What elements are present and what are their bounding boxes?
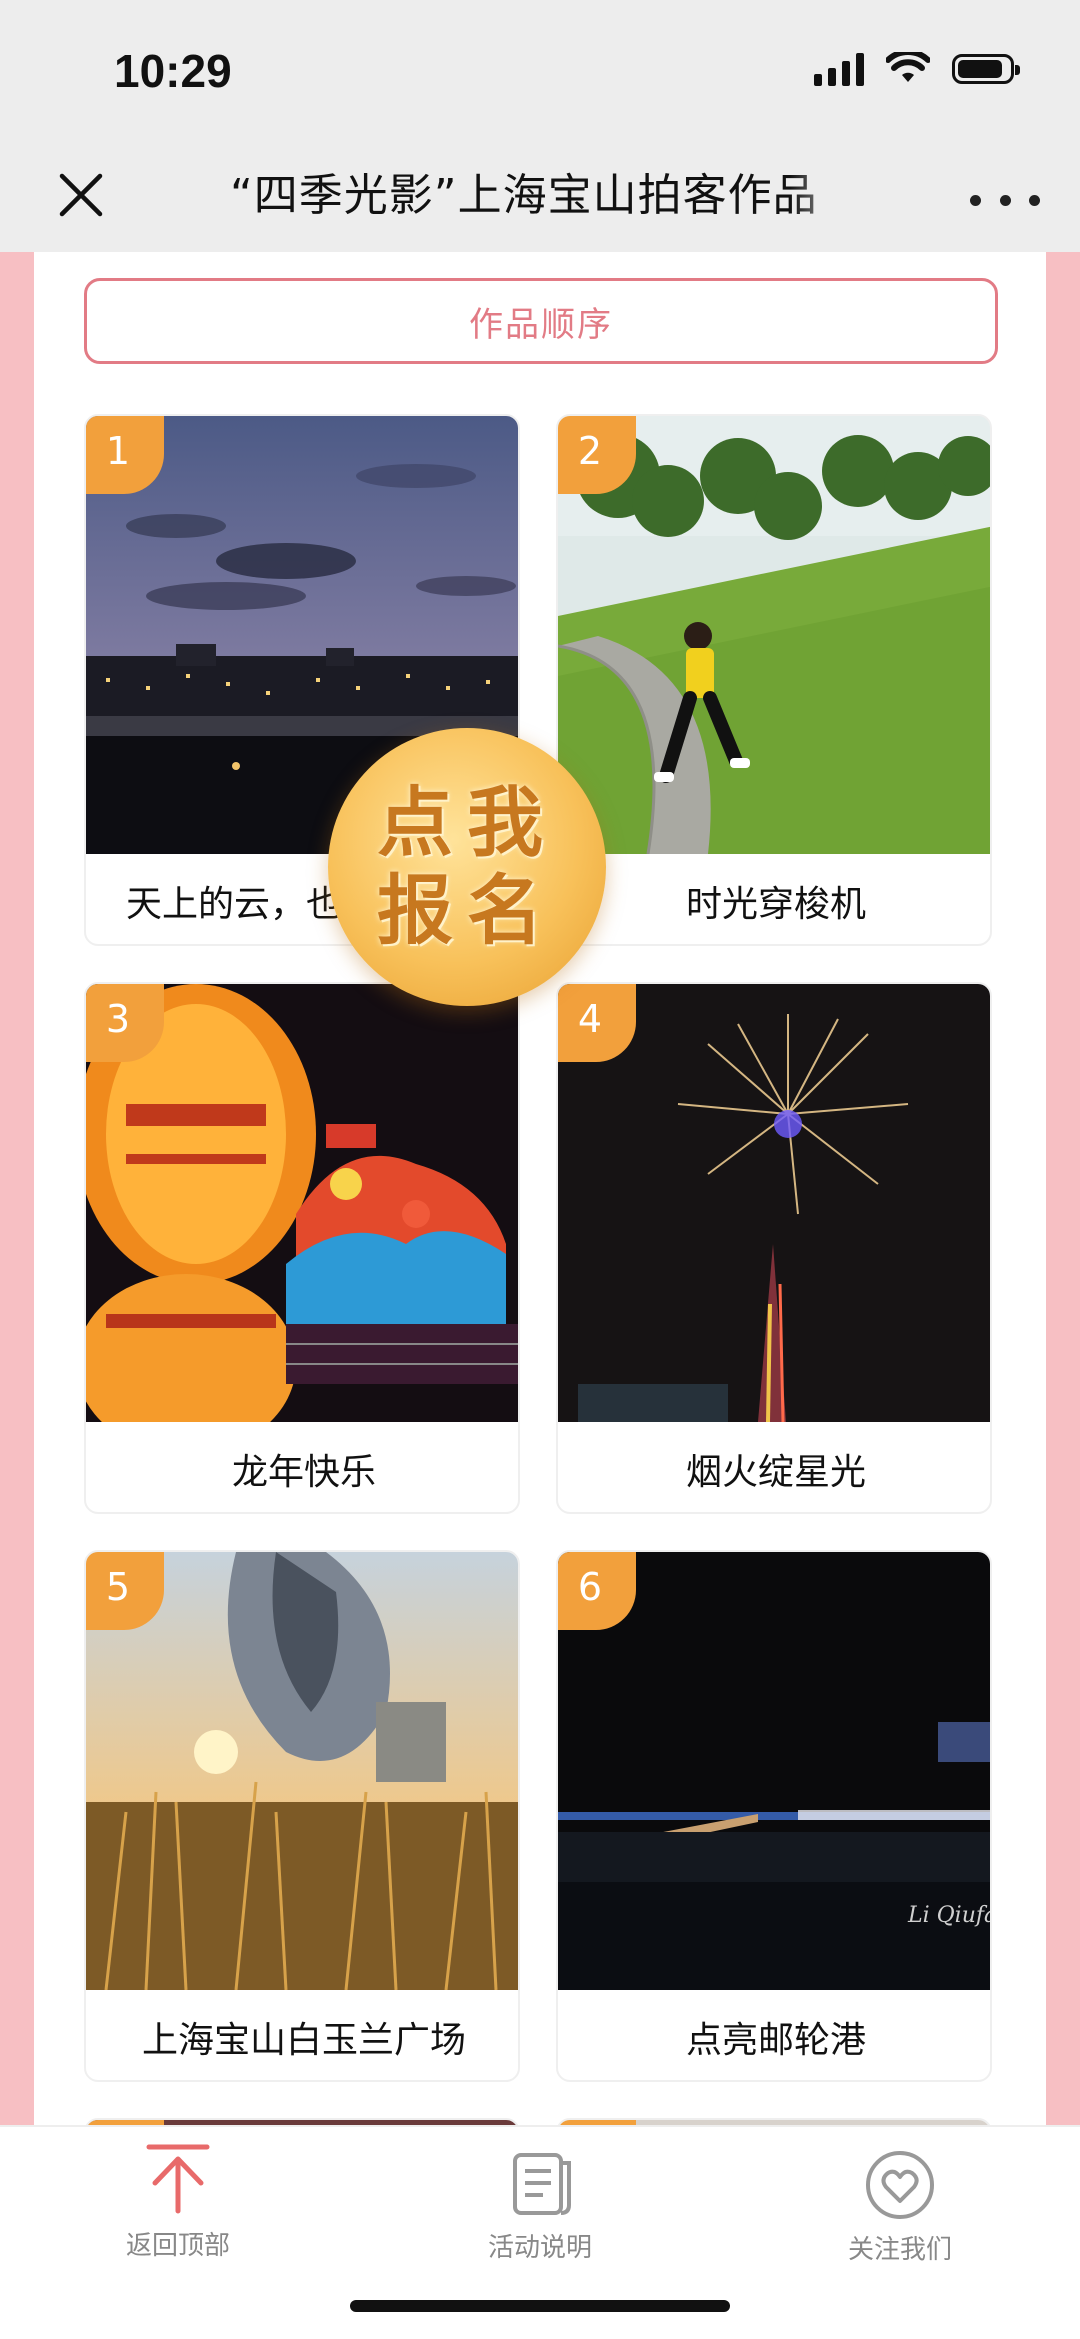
work-card[interactable]: 3 龙年快乐 (84, 982, 520, 1514)
signup-text-line1: 点我 (377, 778, 557, 867)
signup-button[interactable]: 点我 报名 (328, 728, 606, 1006)
more-dot-icon (970, 194, 981, 206)
work-card[interactable]: 4 烟火绽星光 (556, 982, 992, 1514)
more-button[interactable] (970, 180, 1040, 220)
nav-bar: “四季光影”上海宝山拍客作品 (0, 140, 1080, 252)
work-card[interactable]: 2 时光穿梭机 (556, 414, 992, 946)
cellular-signal-icon (814, 52, 864, 86)
signup-text-line2: 报名 (377, 866, 557, 955)
status-bar: 10:29 (0, 0, 1080, 140)
tab-label: 活动说明 (487, 2233, 592, 2263)
work-title: 龙年快乐 (231, 1452, 376, 1493)
wifi-icon (886, 52, 930, 82)
document-icon (513, 2153, 571, 2215)
tab-back-to-top[interactable]: 返回顶部 (68, 2141, 288, 2281)
tab-follow-us[interactable]: 关注我们 (790, 2149, 1010, 2289)
work-order-button[interactable]: 作品顺序 (84, 278, 998, 364)
status-icons (814, 52, 1020, 86)
arrow-up-icon (146, 2144, 210, 2214)
work-title: 时光穿梭机 (685, 884, 866, 925)
battery-icon (952, 54, 1020, 84)
status-time: 10:29 (114, 45, 232, 97)
close-button[interactable] (48, 162, 114, 228)
title-fade (790, 140, 870, 252)
side-border-right (1046, 252, 1080, 2125)
work-title: 点亮邮轮港 (685, 2020, 866, 2061)
photo-watermark: Li Qiufan (907, 1903, 992, 1928)
more-dot-icon (999, 194, 1011, 206)
tab-activity-info[interactable]: 活动说明 (430, 2149, 650, 2289)
work-card[interactable] (556, 2118, 992, 2125)
works-gallery[interactable]: 作品顺序 1 天上的云，也 2 时光穿梭机 3 龙年快乐 4 烟火绽星光 5 上… (34, 252, 1046, 2125)
home-indicator[interactable] (350, 2300, 730, 2312)
tab-label: 返回顶部 (125, 2231, 230, 2261)
heart-icon (866, 2151, 934, 2219)
work-card[interactable]: 5 上海宝山白玉兰广场 (84, 1550, 520, 2082)
tab-label: 关注我们 (847, 2235, 952, 2265)
work-card[interactable]: Li Qiufan 6 点亮邮轮港 (556, 1550, 992, 2082)
side-border-left (0, 252, 34, 2125)
work-title: 烟火绽星光 (685, 1452, 866, 1493)
work-title: 上海宝山白玉兰广场 (141, 2020, 466, 2061)
close-icon (59, 173, 103, 217)
more-dot-icon (1029, 194, 1040, 206)
work-card[interactable] (84, 2118, 520, 2125)
page-title: “四季光影”上海宝山拍客作品 (230, 170, 818, 221)
